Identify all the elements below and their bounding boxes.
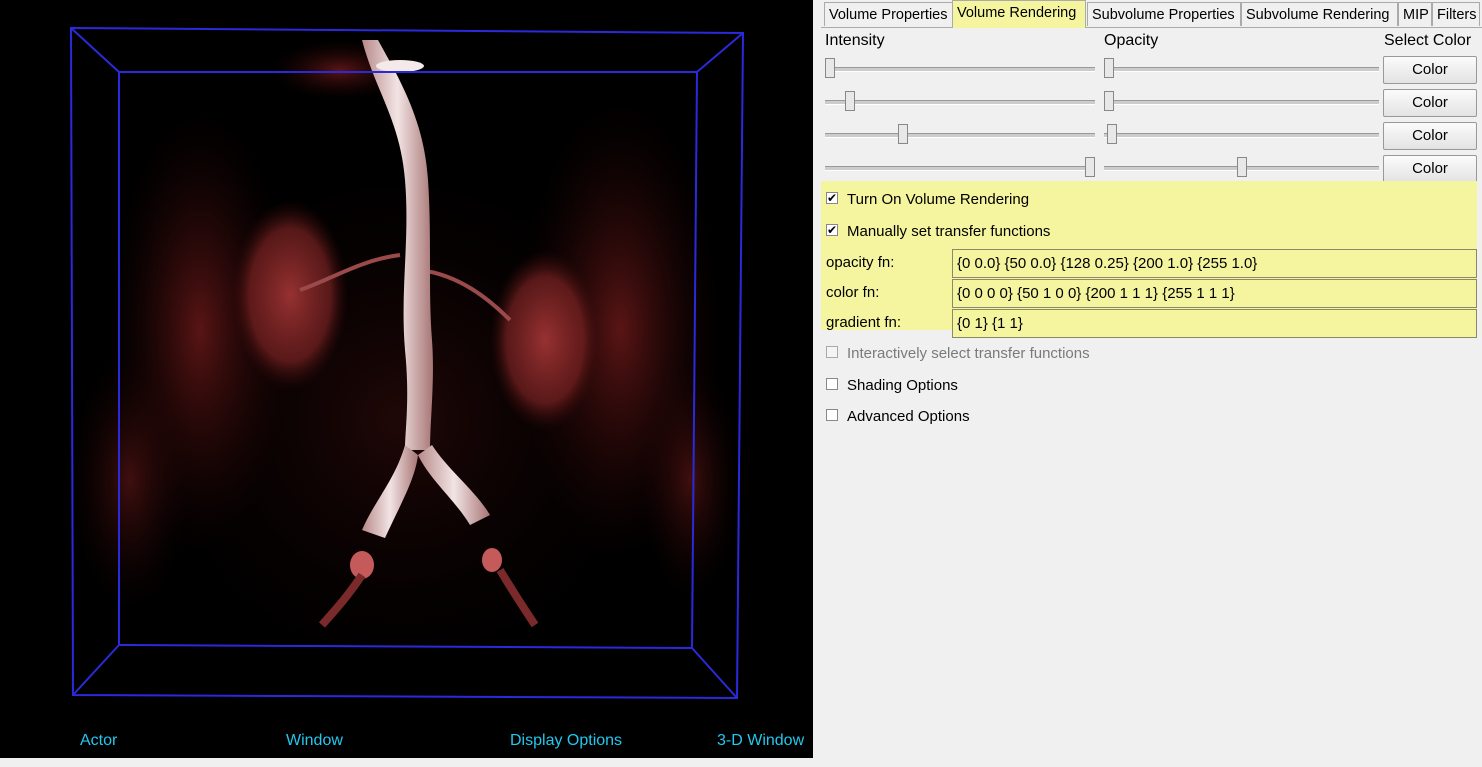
gradient-fn-row: gradient fn: {0 1} {1 1} [821,309,1477,338]
shading-options-checkbox[interactable] [826,378,838,391]
manually-set-transfer-functions-label: Manually set transfer functions [847,223,1051,240]
intensity-header: Intensity [825,32,885,49]
display-options-label[interactable]: Display Options [510,732,622,750]
color-button-1[interactable]: Color [1383,56,1477,84]
interactively-select-label: Interactively select transfer functions [847,345,1090,362]
intensity-slider-thumb-3[interactable] [897,124,908,144]
gradient-fn-input[interactable]: {0 1} {1 1} [952,309,1477,338]
color-button-3[interactable]: Color [1383,122,1477,150]
advanced-options-label: Advanced Options [847,408,970,425]
control-panel: Volume Properties Volume Rendering Subvo… [821,0,1482,767]
manually-set-transfer-functions-checkbox[interactable]: ✔ [826,224,838,237]
intensity-slider-track-1[interactable] [825,67,1095,72]
color-button-2[interactable]: Color [1383,89,1477,117]
opacity-slider-track-3[interactable] [1104,133,1379,138]
viewer-status-bar: Actor Window Display Options 3-D Window [0,724,813,758]
intensity-slider-thumb-2[interactable] [844,91,855,111]
opacity-fn-label: opacity fn: [826,254,895,271]
turn-on-volume-rendering-label: Turn On Volume Rendering [847,191,1030,208]
advanced-options[interactable]: Advanced Options [826,406,970,428]
manually-set-transfer-functions[interactable]: ✔ Manually set transfer functions [826,221,1050,243]
opacity-fn-input[interactable]: {0 0.0} {50 0.0} {128 0.25} {200 1.0} {2… [952,249,1477,278]
opacity-slider-thumb-2[interactable] [1104,91,1114,111]
advanced-options-checkbox[interactable] [826,409,838,422]
tab-subvolume-properties[interactable]: Subvolume Properties [1087,2,1241,26]
intensity-slider-track-2[interactable] [825,100,1095,105]
actor-label[interactable]: Actor [80,732,117,750]
tab-mip[interactable]: MIP [1398,2,1432,26]
tab-subvolume-rendering[interactable]: Subvolume Rendering [1241,2,1398,26]
tab-volume-properties[interactable]: Volume Properties [824,2,953,26]
color-fn-input[interactable]: {0 0 0 0} {50 1 0 0} {200 1 1 1} {255 1 … [952,279,1477,308]
turn-on-volume-rendering-checkbox[interactable]: ✔ [826,192,838,205]
opacity-slider-thumb-3[interactable] [1106,124,1117,144]
intensity-slider-track-4[interactable] [825,166,1095,171]
opacity-fn-row: opacity fn: {0 0.0} {50 0.0} {128 0.25} … [821,249,1477,278]
volume-render-view[interactable] [0,0,813,724]
color-button-4[interactable]: Color [1383,155,1477,183]
opacity-slider-track-2[interactable] [1104,100,1379,105]
color-fn-row: color fn: {0 0 0 0} {50 1 0 0} {200 1 1 … [821,279,1477,308]
interactively-select-transfer-functions[interactable]: Interactively select transfer functions [826,343,1090,365]
intensity-slider-thumb-4[interactable] [1085,157,1095,177]
opacity-slider-thumb-1[interactable] [1104,58,1114,78]
render-canvas [69,26,745,700]
right-kidney [490,250,600,430]
tab-filters[interactable]: Filters [1432,2,1480,26]
left-kidney [232,200,348,390]
interactively-select-checkbox[interactable] [826,346,838,359]
window-label[interactable]: Window [286,732,343,750]
intensity-slider-track-3[interactable] [825,133,1095,138]
opacity-slider-thumb-4[interactable] [1236,157,1247,177]
gradient-fn-label: gradient fn: [826,314,902,331]
shading-options[interactable]: Shading Options [826,375,958,397]
shading-options-label: Shading Options [847,377,958,394]
select-color-header: Select Color [1384,32,1472,49]
three-d-window-label[interactable]: 3-D Window [717,732,804,750]
color-fn-label: color fn: [826,284,880,301]
intensity-slider-thumb-1[interactable] [825,58,835,78]
tab-bar: Volume Properties Volume Rendering Subvo… [821,0,1482,28]
opacity-header: Opacity [1104,32,1159,49]
turn-on-volume-rendering[interactable]: ✔ Turn On Volume Rendering [826,189,1029,211]
opacity-slider-track-1[interactable] [1104,67,1379,72]
tab-volume-rendering[interactable]: Volume Rendering [952,0,1086,28]
